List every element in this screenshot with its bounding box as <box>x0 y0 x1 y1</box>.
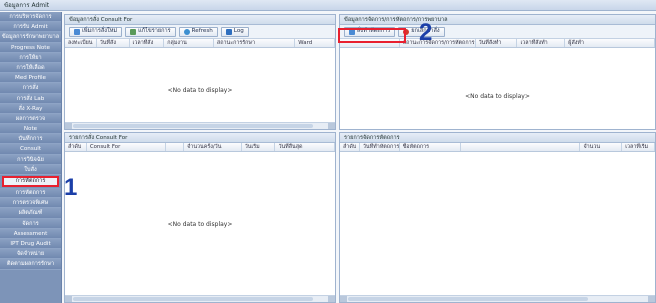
consult-result-hscrollbar[interactable] <box>65 295 335 302</box>
sidebar-item[interactable]: Med Profile <box>0 73 61 84</box>
consult-result-empty-text: <No data to display> <box>167 221 233 228</box>
window-title: ข้อมูลการ Admit <box>0 0 656 11</box>
edit-icon <box>130 28 137 35</box>
column-header[interactable]: วันที่สิ้นสุด <box>275 143 335 151</box>
highlight-box-procedure-button <box>338 28 406 43</box>
sidebar-item[interactable]: Progress Note <box>0 42 61 53</box>
sidebar-item[interactable]: ใบสั่ง <box>0 164 61 175</box>
consult-toolbar: เพิ่มการสั่งใหม่ แก้ไขรายการ Refresh Log <box>65 25 335 39</box>
column-header[interactable]: Ward <box>295 39 335 47</box>
record-grid-header: ลำดับ วันที่ทำหัตถการ ชื่อหัตถการ จำนวน เวลา… <box>340 143 655 152</box>
add-icon <box>74 28 80 35</box>
sidebar-item[interactable]: ผลการตรวจ <box>0 113 61 125</box>
record-hscrollbar[interactable] <box>340 295 655 302</box>
consult-panel: ข้อมูลการสั่ง Consult For เพิ่มการสั่งให… <box>64 14 336 130</box>
column-header[interactable] <box>166 143 185 151</box>
log-label: Log <box>233 28 244 34</box>
sidebar-item[interactable]: การหัตถการ <box>2 176 59 187</box>
column-header[interactable]: เวลาที่สั่ง <box>130 39 165 47</box>
edit-consult-button[interactable]: แก้ไขรายการ <box>125 26 176 37</box>
sidebar-item[interactable]: ผลิตภัณฑ์ <box>0 208 61 219</box>
consult-panel-title: ข้อมูลการสั่ง Consult For <box>65 15 335 25</box>
sidebar-item[interactable]: Assessment <box>0 228 61 239</box>
sidebar-item[interactable]: การรับ Admit <box>0 22 61 33</box>
column-header[interactable]: สถานะการรักษา <box>214 39 296 47</box>
sidebar-item[interactable]: Consult <box>0 144 61 155</box>
refresh-button[interactable]: Refresh <box>178 26 218 37</box>
sidebar-item[interactable]: ติดตามผลการรักษา <box>0 259 61 270</box>
column-header[interactable]: กลุ่มงาน <box>164 39 214 47</box>
refresh-label: Refresh <box>191 28 213 34</box>
sidebar-item[interactable]: จัดการ <box>0 218 61 229</box>
record-panel-title: รายการจัดการหัตถการ <box>340 133 655 143</box>
consult-result-panel: รายการสั่ง Consult For ลำดับ Consult For จ… <box>64 132 336 303</box>
column-header[interactable]: วันที่สั่ง <box>97 39 130 47</box>
sidebar-item[interactable]: การบริหารจัดการ <box>0 12 61 23</box>
column-header[interactable]: เวลาที่เริ่ม <box>622 143 655 151</box>
column-header[interactable]: ชื่อหัตถการ <box>400 143 462 151</box>
edit-consult-label: แก้ไขรายการ <box>138 28 171 34</box>
consult-result-title: รายการสั่ง Consult For <box>65 133 335 143</box>
column-header[interactable]: ผู้สั่งทำ <box>565 39 655 47</box>
column-header[interactable]: ลำดับ <box>340 143 360 151</box>
sidebar-item[interactable]: การหัตถการ <box>0 188 61 199</box>
consult-empty-text: <No data to display> <box>167 87 233 94</box>
column-header[interactable]: จำนวนครั้ง/วัน <box>184 143 242 151</box>
annotation-marker-2: 2 <box>419 19 433 46</box>
consult-hscrollbar[interactable] <box>65 122 335 129</box>
refresh-icon <box>183 28 190 35</box>
sidebar-item[interactable]: Note <box>0 124 61 135</box>
add-consult-button[interactable]: เพิ่มการสั่งใหม่ <box>69 26 123 37</box>
add-consult-label: เพิ่มการสั่งใหม่ <box>82 28 118 34</box>
sidebar-item[interactable]: การสั่ง <box>0 83 61 94</box>
annotation-marker-1: 1 <box>64 174 78 201</box>
sidebar: การบริหารจัดการ การรับ Admit ข้อมูลการรักษ… <box>0 12 62 303</box>
consult-grid-header: ลงทะเบียน วันที่สั่ง เวลาที่สั่ง กลุ่มงาน สถ… <box>65 39 335 48</box>
consult-result-grid-header: ลำดับ Consult For จำนวนครั้ง/วัน วันเริ่ม วั… <box>65 143 335 152</box>
column-header[interactable]: เวลาที่สั่งทำ <box>517 39 566 47</box>
procedure-panel-title: ข้อมูลการจัดการ/การหัตถการ/การพยาบาล <box>340 15 655 25</box>
column-header[interactable]: สถานะการจัดการ/การหัตถการ <box>400 39 476 47</box>
log-icon <box>225 28 232 35</box>
sidebar-item[interactable]: สั่ง X-Ray <box>0 103 61 114</box>
log-button[interactable]: Log <box>220 26 249 37</box>
sidebar-item[interactable]: IPT Drug Audit <box>0 238 61 250</box>
sidebar-item[interactable]: การสั่ง Lab <box>0 93 61 104</box>
column-header[interactable]: วันที่สั่งทำ <box>476 39 518 47</box>
sidebar-item[interactable]: การวินิจฉัย <box>0 154 61 165</box>
sidebar-item[interactable]: บันทึกการ <box>0 134 61 145</box>
column-header[interactable] <box>461 143 581 151</box>
sidebar-item[interactable]: การตรวจพิเศษ <box>0 198 61 209</box>
sidebar-item[interactable]: การให้ยา <box>0 52 61 63</box>
sidebar-item[interactable]: จัดจำหน่าย <box>0 249 61 260</box>
sidebar-item[interactable]: การให้เลือด <box>0 62 61 74</box>
column-header[interactable]: จำนวน <box>580 143 623 151</box>
record-panel: รายการจัดการหัตถการ ลำดับ วันที่ทำหัตถการ… <box>339 132 656 303</box>
column-header[interactable]: วันที่ทำหัตถการ <box>360 143 400 151</box>
column-header[interactable]: ลำดับ <box>65 143 87 151</box>
column-header[interactable]: วันเริ่ม <box>242 143 276 151</box>
procedure-empty-text: <No data to display> <box>465 93 530 100</box>
sidebar-item[interactable]: ข้อมูลการรักษาพยาบาล <box>0 32 61 43</box>
column-header[interactable]: Consult For <box>87 143 167 151</box>
column-header[interactable]: ลงทะเบียน <box>65 39 97 47</box>
